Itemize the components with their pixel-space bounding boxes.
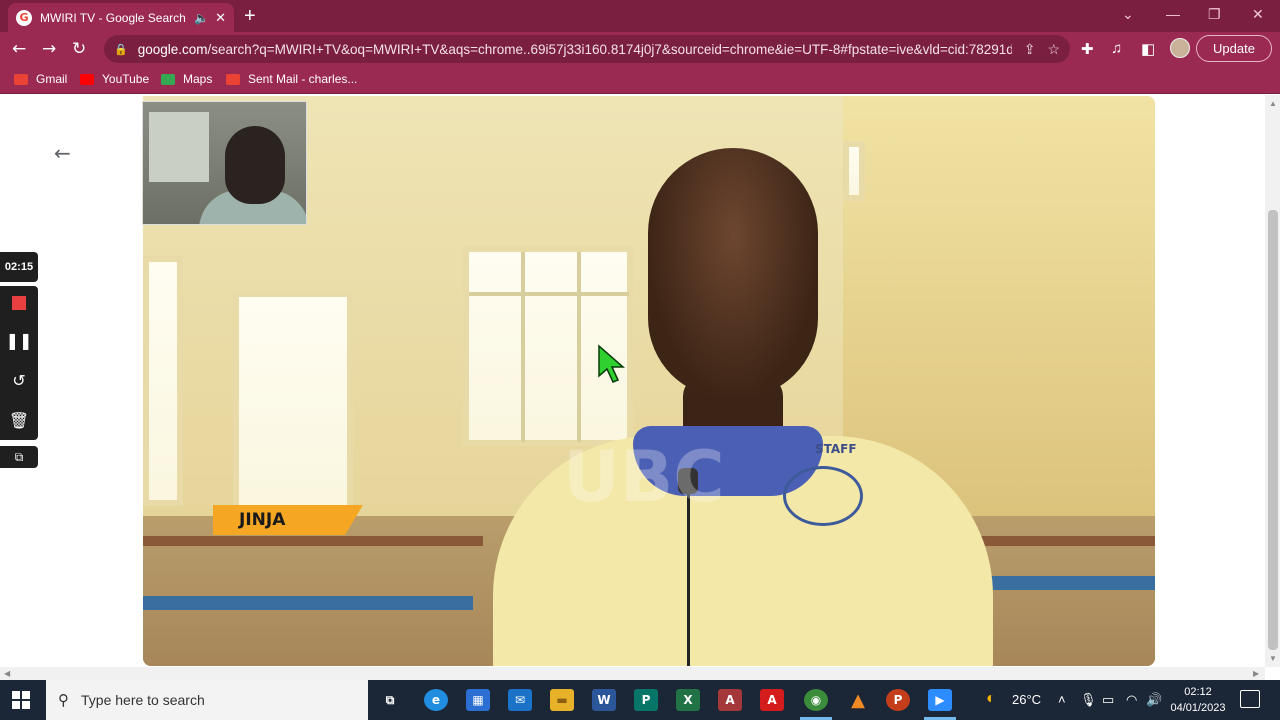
shirt-staff-text: STAFF	[815, 442, 857, 456]
pause-icon[interactable]: ❚❚	[6, 331, 33, 350]
forward-button[interactable]: →	[42, 39, 56, 59]
gmail-icon	[226, 73, 240, 85]
bookmark-label: YouTube	[102, 72, 150, 86]
task-view-icon[interactable]: ⧉	[378, 689, 402, 711]
restore-button[interactable]: ❐	[1208, 6, 1221, 23]
maps-icon	[161, 73, 175, 85]
excel-icon[interactable]: X	[676, 689, 700, 711]
tab-bar: G MWIRI TV - Google Search 🔈 ✕ + ⌄ — ❐ ✕	[0, 0, 1280, 32]
access-icon[interactable]: A	[718, 689, 742, 711]
clock-date: 04/01/2023	[1170, 702, 1226, 714]
close-window-button[interactable]: ✕	[1252, 6, 1264, 23]
browser-toolbar: ← → ↻ 🔒 google.com/search?q=MWIRI+TV&oq=…	[0, 32, 1280, 66]
restart-icon[interactable]: ↺	[12, 371, 25, 390]
recording-controls: ❚❚ ↺ 🗑	[0, 286, 38, 440]
url-text[interactable]: google.com/search?q=MWIRI+TV&oq=MWIRI+TV…	[138, 42, 1012, 57]
search-placeholder: Type here to search	[81, 692, 205, 708]
tab-search-icon[interactable]: ⌄	[1122, 6, 1134, 23]
youtube-icon	[80, 73, 94, 85]
back-arrow-icon[interactable]: ←	[54, 141, 71, 165]
scroll-left-arrow-icon[interactable]: ◀	[4, 669, 10, 678]
share-icon[interactable]: ⇪	[1024, 41, 1036, 58]
bookmark-maps[interactable]: Maps	[161, 72, 212, 86]
video-window	[143, 256, 183, 506]
wifi-icon[interactable]: ◠	[1126, 692, 1137, 708]
horizontal-scrollbar[interactable]	[0, 667, 1265, 680]
windows-start-icon[interactable]	[12, 691, 30, 709]
video-window	[843, 141, 865, 201]
video-bench	[143, 536, 483, 546]
edge-icon[interactable]: e	[424, 689, 448, 711]
scroll-right-arrow-icon[interactable]: ▶	[1253, 669, 1259, 678]
search-icon: ⚲	[58, 691, 69, 709]
bookmark-gmail[interactable]: Gmail	[14, 72, 67, 86]
taskbar-search[interactable]: ⚲ Type here to search	[46, 680, 368, 720]
gmail-icon	[14, 73, 28, 85]
clock-time: 02:12	[1184, 686, 1212, 698]
vertical-scroll-thumb[interactable]	[1268, 210, 1278, 650]
store-icon[interactable]: ▦	[466, 689, 490, 711]
scroll-up-arrow-icon[interactable]: ▲	[1269, 99, 1277, 108]
word-icon[interactable]: W	[592, 689, 616, 711]
shirt-logo	[783, 466, 863, 526]
bookmark-label: Gmail	[36, 72, 68, 86]
video-stripe	[143, 596, 473, 610]
windows-taskbar: ⚲ Type here to search ⧉ e ▦ ✉ ▬ W P X A …	[0, 680, 1280, 720]
mouse-cursor-icon	[598, 344, 625, 383]
video-bench	[973, 536, 1155, 546]
delete-icon[interactable]: 🗑	[9, 411, 29, 430]
page-content: ← STAFF UBC JINJA	[0, 95, 1265, 667]
back-button[interactable]: ←	[12, 39, 26, 59]
bookmark-star-icon[interactable]: ☆	[1047, 41, 1060, 58]
profile-avatar[interactable]	[1170, 38, 1190, 58]
chrome-icon[interactable]: ◉	[804, 689, 828, 711]
mail-icon[interactable]: ✉	[508, 689, 532, 711]
powerpoint-icon[interactable]: P	[886, 689, 910, 711]
acrobat-icon[interactable]: A	[760, 689, 784, 711]
bookmarks-bar: Gmail YouTube Maps Sent Mail - charles..…	[0, 66, 1280, 94]
bookmark-label: Sent Mail - charles...	[248, 72, 358, 86]
webcam-window	[149, 112, 209, 182]
bookmark-sent-mail[interactable]: Sent Mail - charles...	[226, 72, 357, 86]
channel-watermark: UBC	[563, 436, 725, 518]
microphone-icon[interactable]: 🎙	[1080, 692, 1097, 708]
address-bar[interactable]: 🔒 google.com/search?q=MWIRI+TV&oq=MWIRI+…	[104, 35, 1070, 63]
tab-title: MWIRI TV - Google Search	[40, 10, 186, 25]
side-panel-icon[interactable]: ◧	[1141, 40, 1155, 58]
location-tag: JINJA	[213, 505, 363, 535]
speaker-icon[interactable]: 🔈	[194, 11, 209, 25]
notifications-icon[interactable]	[1240, 690, 1260, 708]
new-tab-button[interactable]: +	[244, 5, 256, 28]
chevron-up-icon[interactable]: ˄	[1058, 692, 1066, 707]
reload-button[interactable]: ↻	[72, 39, 86, 59]
video-window	[233, 291, 353, 511]
lock-icon[interactable]: 🔒	[114, 43, 128, 56]
crop-icon[interactable]: ⧉	[0, 446, 38, 468]
weather-icon[interactable]: ◐	[986, 690, 996, 708]
system-clock[interactable]: 02:12 04/01/2023	[1168, 684, 1228, 716]
file-explorer-icon[interactable]: ▬	[550, 689, 574, 711]
weather-temp[interactable]: 26°C	[1012, 692, 1041, 707]
google-favicon-icon: G	[16, 9, 32, 26]
vlc-icon[interactable]: ▲	[846, 689, 870, 711]
presenter-head	[648, 148, 818, 398]
media-control-icon[interactable]: ♫	[1111, 40, 1122, 57]
minimize-button[interactable]: —	[1166, 6, 1180, 22]
tab-mwiri-tv[interactable]: G MWIRI TV - Google Search 🔈 ✕	[8, 3, 234, 32]
extensions-icon[interactable]: ✚	[1081, 40, 1094, 58]
stop-recording-icon[interactable]	[12, 296, 26, 311]
recording-timer: 02:15	[0, 252, 38, 282]
volume-icon[interactable]: 🔊	[1146, 692, 1162, 708]
scroll-down-arrow-icon[interactable]: ▼	[1269, 654, 1277, 663]
battery-icon[interactable]: ▭	[1102, 692, 1114, 708]
update-button[interactable]: Update	[1196, 35, 1272, 62]
bookmark-label: Maps	[183, 72, 213, 86]
webcam-overlay[interactable]	[142, 101, 307, 225]
zoom-icon[interactable]: ▶	[928, 689, 952, 711]
close-tab-icon[interactable]: ✕	[215, 10, 226, 26]
bookmark-youtube[interactable]: YouTube	[80, 72, 149, 86]
video-stripe	[983, 576, 1155, 590]
publisher-icon[interactable]: P	[634, 689, 658, 711]
webcam-face	[225, 126, 285, 204]
